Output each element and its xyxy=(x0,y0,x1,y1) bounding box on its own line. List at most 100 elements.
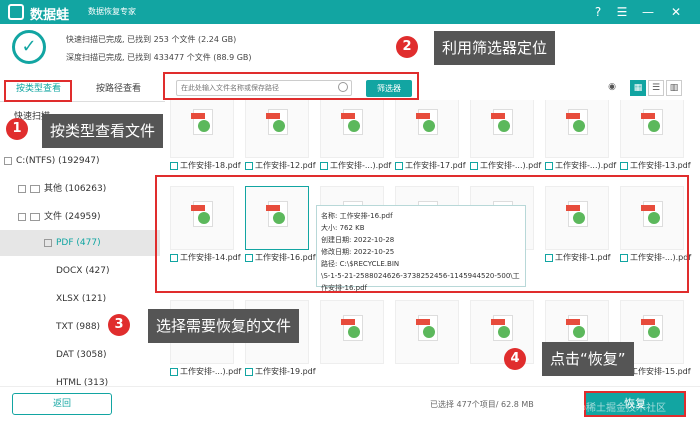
pdf-file-icon xyxy=(416,315,438,341)
file-thumbnail xyxy=(320,300,384,364)
file-tile[interactable]: 工作安排-17.pdf xyxy=(391,100,466,180)
file-name: 工作安排-13.pdf xyxy=(630,161,691,170)
watermark: @稀土掘金技术社区 xyxy=(576,403,666,414)
file-tile[interactable] xyxy=(466,296,538,382)
file-tile[interactable] xyxy=(316,296,388,382)
step-badge: 1 xyxy=(6,118,28,140)
pdf-tag xyxy=(341,319,355,325)
file-tile[interactable]: 工作安排-...).pdf xyxy=(541,100,617,180)
file-name: 工作安排-17.pdf xyxy=(405,161,466,170)
recycle-icon xyxy=(498,120,510,132)
step-badge: 3 xyxy=(108,314,130,336)
tree-item-pdf[interactable]: PDF (477) xyxy=(0,230,160,256)
tab-by-path[interactable]: 按路径查看 xyxy=(96,76,141,102)
highlight-box-tab xyxy=(4,80,72,102)
pdf-file-icon xyxy=(191,109,213,135)
pdf-tag xyxy=(491,113,505,119)
recycle-icon xyxy=(423,120,435,132)
recycle-icon xyxy=(648,120,660,132)
callout-step3: 选择需要恢复的文件 xyxy=(148,309,300,343)
file-name: 工作安排-19.pdf xyxy=(255,367,316,376)
step-badge: 4 xyxy=(504,348,526,370)
file-name: 工作安排-...).pdf xyxy=(330,161,392,170)
tooltip-created: 创建日期: 2022-10-28 xyxy=(321,236,395,244)
back-button[interactable]: 返回 xyxy=(12,393,112,415)
file-checkbox[interactable] xyxy=(245,368,253,376)
file-name: 工作安排-18.pdf xyxy=(180,161,241,170)
file-name: 工作安排-...).pdf xyxy=(555,161,617,170)
tree-item-dat[interactable]: DAT (3058) xyxy=(0,342,160,368)
tooltip-modified: 修改日期: 2022-10-25 xyxy=(321,248,395,256)
menu-icon[interactable]: ☰ xyxy=(614,4,630,20)
pdf-tag xyxy=(491,319,505,325)
callout-step4: 点击“恢复” xyxy=(542,342,634,376)
drive-checkbox[interactable] xyxy=(4,156,12,165)
search-input[interactable] xyxy=(177,81,337,95)
pdf-tag xyxy=(566,113,580,119)
file-tile[interactable]: 工作安排-...).pdf xyxy=(466,100,541,180)
tree-item-docx[interactable]: DOCX (427) xyxy=(0,258,160,284)
pdf-file-icon xyxy=(416,109,438,135)
pdf-file-icon xyxy=(641,315,663,341)
recycle-icon xyxy=(648,326,660,338)
other-checkbox[interactable] xyxy=(18,184,26,193)
list-view-icon[interactable]: ☰ xyxy=(648,80,664,96)
docs-checkbox[interactable] xyxy=(18,212,26,221)
app-subtitle: 数据恢复专家 xyxy=(88,7,136,16)
pdf-file-icon xyxy=(341,109,363,135)
file-thumbnail xyxy=(545,100,609,158)
file-checkbox[interactable] xyxy=(470,162,478,170)
pdf-checkbox[interactable] xyxy=(44,238,52,247)
file-checkbox[interactable] xyxy=(545,162,553,170)
recycle-icon xyxy=(273,120,285,132)
quick-scan-status: 快速扫描已完成, 已找到 253 个文件 (2.24 GB) xyxy=(66,35,237,44)
file-tile[interactable]: 工作安排-18.pdf xyxy=(166,100,241,180)
tree-item-txt[interactable]: TXT (988) xyxy=(0,314,160,340)
file-tile[interactable]: 工作安排-13.pdf xyxy=(616,100,691,180)
app-name: 数据蛙 xyxy=(30,8,70,23)
recycle-icon xyxy=(573,120,585,132)
recycle-icon xyxy=(348,120,360,132)
pdf-file-icon xyxy=(566,109,588,135)
recycle-icon xyxy=(348,326,360,338)
help-icon[interactable]: ? xyxy=(590,4,606,20)
tree-item-drive[interactable]: C:(NTFS) (192947) xyxy=(0,148,160,174)
title-bar: 数据蛙 数据恢复专家 ? ☰ — ✕ xyxy=(0,0,700,24)
eye-icon[interactable]: ◉ xyxy=(604,80,620,96)
file-checkbox[interactable] xyxy=(170,162,178,170)
step-badge: 2 xyxy=(396,36,418,58)
pdf-tag xyxy=(266,113,280,119)
file-checkbox[interactable] xyxy=(245,162,253,170)
file-tile[interactable]: 工作安排-...).pdf xyxy=(316,100,392,180)
tooltip-path: 作安排-16.pdf xyxy=(321,284,368,292)
minimize-icon[interactable]: — xyxy=(640,4,656,20)
file-checkbox[interactable] xyxy=(170,368,178,376)
file-name: 工作安排-...).pdf xyxy=(180,367,242,376)
search-icon[interactable] xyxy=(338,82,348,92)
filter-button[interactable]: 筛选器 xyxy=(366,80,412,97)
tree-item-xlsx[interactable]: XLSX (121) xyxy=(0,286,160,312)
file-tile[interactable] xyxy=(391,296,463,382)
file-checkbox[interactable] xyxy=(620,162,628,170)
file-thumbnail xyxy=(620,100,684,158)
file-name: 工作安排-15.pdf xyxy=(630,367,691,376)
tooltip-size: 大小: 762 KB xyxy=(321,224,365,232)
recycle-icon xyxy=(498,326,510,338)
selection-summary: 已选择 477个项目/ 62.8 MB xyxy=(430,400,534,409)
tree-item-other[interactable]: 其他 (106263) xyxy=(0,176,160,202)
search-box xyxy=(176,80,352,96)
grid-view-icon[interactable]: ▦ xyxy=(630,80,646,96)
detail-view-icon[interactable]: ▥ xyxy=(666,80,682,96)
close-icon[interactable]: ✕ xyxy=(668,4,684,20)
file-thumbnail xyxy=(395,300,459,364)
tree-item-docs[interactable]: 文件 (24959) xyxy=(0,204,160,230)
tooltip-name: 名称: 工作安排-16.pdf xyxy=(321,212,393,220)
app-logo-icon xyxy=(8,4,24,20)
pdf-tag xyxy=(641,319,655,325)
tooltip-path: \S-1-5-21-2588024626-3738252456-11459445… xyxy=(321,272,520,280)
file-thumbnail xyxy=(395,100,459,158)
file-tile[interactable]: 工作安排-12.pdf xyxy=(241,100,316,180)
file-checkbox[interactable] xyxy=(395,162,403,170)
file-checkbox[interactable] xyxy=(320,162,328,170)
pdf-file-icon xyxy=(341,315,363,341)
